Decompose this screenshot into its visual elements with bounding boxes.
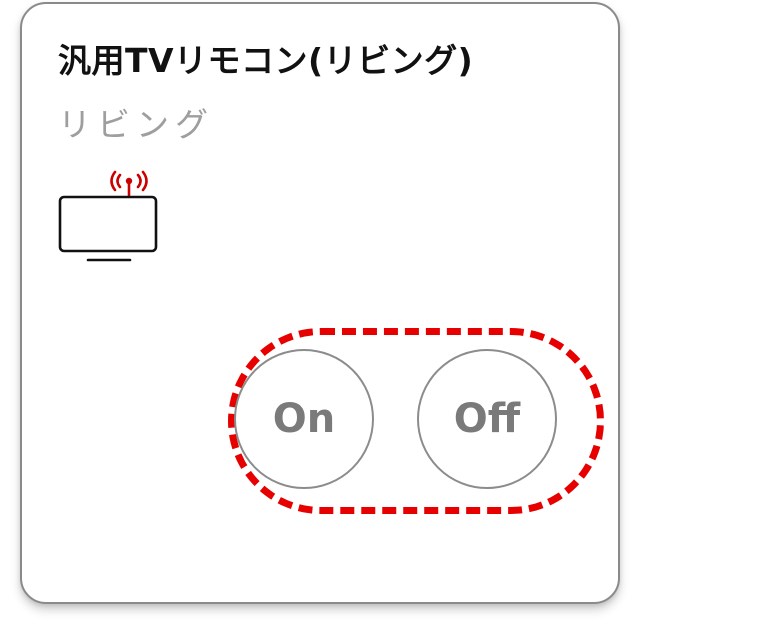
device-card[interactable]: 汎用TVリモコン(リビング) リビング On Off [20, 2, 620, 604]
device-title: 汎用TVリモコン(リビング) [58, 41, 474, 80]
off-button[interactable]: Off [417, 349, 557, 489]
tv-remote-signal-icon [58, 170, 162, 268]
on-button[interactable]: On [234, 349, 374, 489]
room-label: リビング [58, 105, 214, 144]
